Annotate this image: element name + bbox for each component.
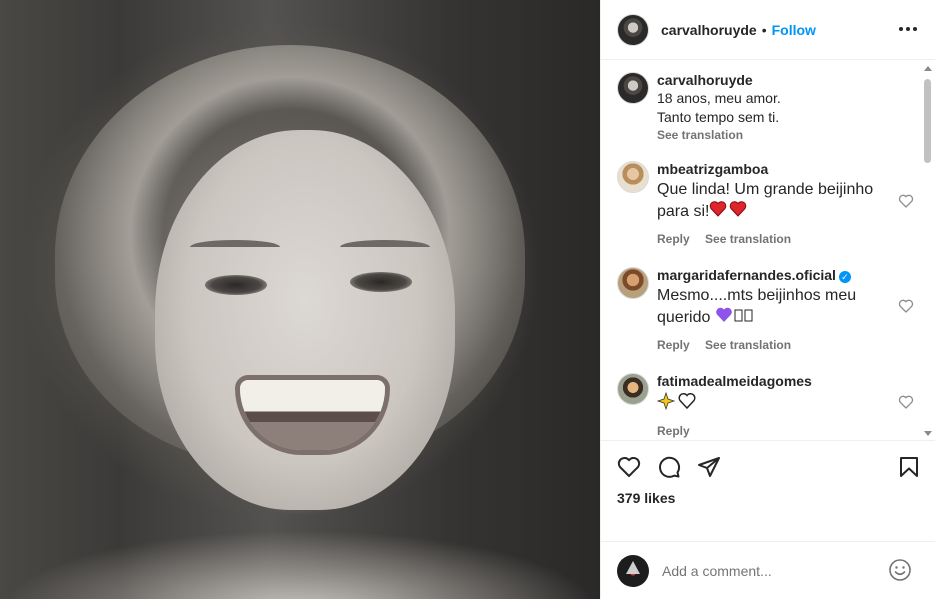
red-heart-icon bbox=[710, 201, 747, 217]
commenter-avatar[interactable] bbox=[617, 267, 649, 299]
scroll-down-arrow-icon[interactable] bbox=[924, 431, 932, 436]
comment-username[interactable]: mbeatrizgamboa bbox=[657, 161, 897, 177]
comment-like-icon[interactable] bbox=[898, 298, 914, 314]
comment-text bbox=[656, 391, 897, 416]
purple-heart-icon bbox=[716, 307, 753, 322]
comment-item: mbeatrizgamboa Que linda! Um grande beij… bbox=[617, 161, 907, 246]
reply-button[interactable]: Reply bbox=[657, 232, 690, 246]
current-user-avatar[interactable] bbox=[617, 554, 649, 587]
add-comment-bar bbox=[601, 541, 935, 599]
caption: carvalhoruyde 18 anos, meu amor. Tanto t… bbox=[617, 72, 907, 142]
owner-avatar[interactable] bbox=[617, 13, 649, 46]
comments-list[interactable]: carvalhoruyde 18 anos, meu amor. Tanto t… bbox=[601, 61, 935, 441]
header-separator: • bbox=[761, 21, 767, 38]
comments-scrollbar[interactable] bbox=[921, 61, 933, 441]
scroll-up-arrow-icon[interactable] bbox=[924, 66, 932, 71]
comment-actions: Reply bbox=[657, 424, 897, 438]
comment-like-icon[interactable] bbox=[898, 193, 914, 209]
commenter-avatar[interactable] bbox=[617, 373, 649, 405]
follow-button[interactable]: Follow bbox=[772, 22, 816, 38]
add-comment-input[interactable] bbox=[662, 562, 872, 579]
post-action-bar bbox=[617, 455, 922, 481]
see-translation-button[interactable]: See translation bbox=[705, 232, 791, 246]
caption-line-2: Tanto tempo sem ti. bbox=[657, 109, 780, 125]
post-photo[interactable] bbox=[0, 0, 600, 599]
comment-username[interactable]: fatimadealmeidagomes bbox=[657, 373, 897, 389]
share-icon[interactable] bbox=[697, 455, 721, 479]
sparkles-icon bbox=[656, 391, 696, 411]
more-options-icon[interactable] bbox=[898, 19, 918, 39]
post-side-panel: carvalhoruyde • Follow carvalhoruyde 18 … bbox=[600, 0, 935, 599]
photo-brow-left bbox=[190, 240, 280, 254]
comment-username-row: margaridafernandes.oficial ✓ bbox=[657, 267, 897, 283]
comment-text-body: Que linda! Um grande beijinho para si! bbox=[657, 181, 874, 220]
purple-heart-emoji bbox=[715, 306, 755, 330]
post-header: carvalhoruyde • Follow bbox=[601, 0, 935, 60]
like-icon[interactable] bbox=[617, 455, 641, 479]
caption-see-translation[interactable]: See translation bbox=[657, 128, 897, 142]
photo-eye-left bbox=[205, 275, 267, 295]
commenter-avatar[interactable] bbox=[617, 161, 649, 193]
photo-face bbox=[155, 130, 455, 510]
comment-icon[interactable] bbox=[657, 455, 681, 479]
owner-username[interactable]: carvalhoruyde bbox=[661, 22, 757, 38]
red-hearts-emoji bbox=[709, 200, 747, 224]
comment-actions: Reply See translation bbox=[657, 232, 897, 246]
reply-button[interactable]: Reply bbox=[657, 424, 690, 438]
caption-avatar[interactable] bbox=[617, 72, 649, 104]
comment-username[interactable]: margaridafernandes.oficial bbox=[657, 267, 836, 283]
comment-text: Mesmo....mts beijinhos meu querido bbox=[657, 286, 897, 330]
save-icon[interactable] bbox=[897, 455, 921, 479]
verified-badge-icon: ✓ bbox=[838, 271, 851, 283]
see-translation-button[interactable]: See translation bbox=[705, 338, 791, 352]
photo-eye-right bbox=[350, 272, 412, 292]
scroll-thumb[interactable] bbox=[924, 79, 931, 163]
comment-item: fatimadealmeidagomes Reply bbox=[617, 373, 907, 438]
reply-button[interactable]: Reply bbox=[657, 338, 690, 352]
likes-count[interactable]: 379 likes bbox=[617, 490, 675, 506]
comment-text-body: Mesmo....mts beijinhos meu querido bbox=[657, 287, 857, 326]
comment-text: Que linda! Um grande beijinho para si! bbox=[657, 180, 897, 224]
caption-username[interactable]: carvalhoruyde bbox=[657, 72, 897, 88]
comment-item: margaridafernandes.oficial ✓ Mesmo....mts… bbox=[617, 267, 907, 352]
comment-like-icon[interactable] bbox=[898, 394, 914, 410]
photo-brow-right bbox=[340, 240, 430, 254]
sparkle-heart-emoji bbox=[656, 391, 697, 414]
caption-line-1: 18 anos, meu amor. bbox=[657, 90, 781, 106]
comment-actions: Reply See translation bbox=[657, 338, 897, 352]
photo-shoulder bbox=[0, 530, 600, 599]
emoji-icon[interactable] bbox=[888, 558, 912, 582]
